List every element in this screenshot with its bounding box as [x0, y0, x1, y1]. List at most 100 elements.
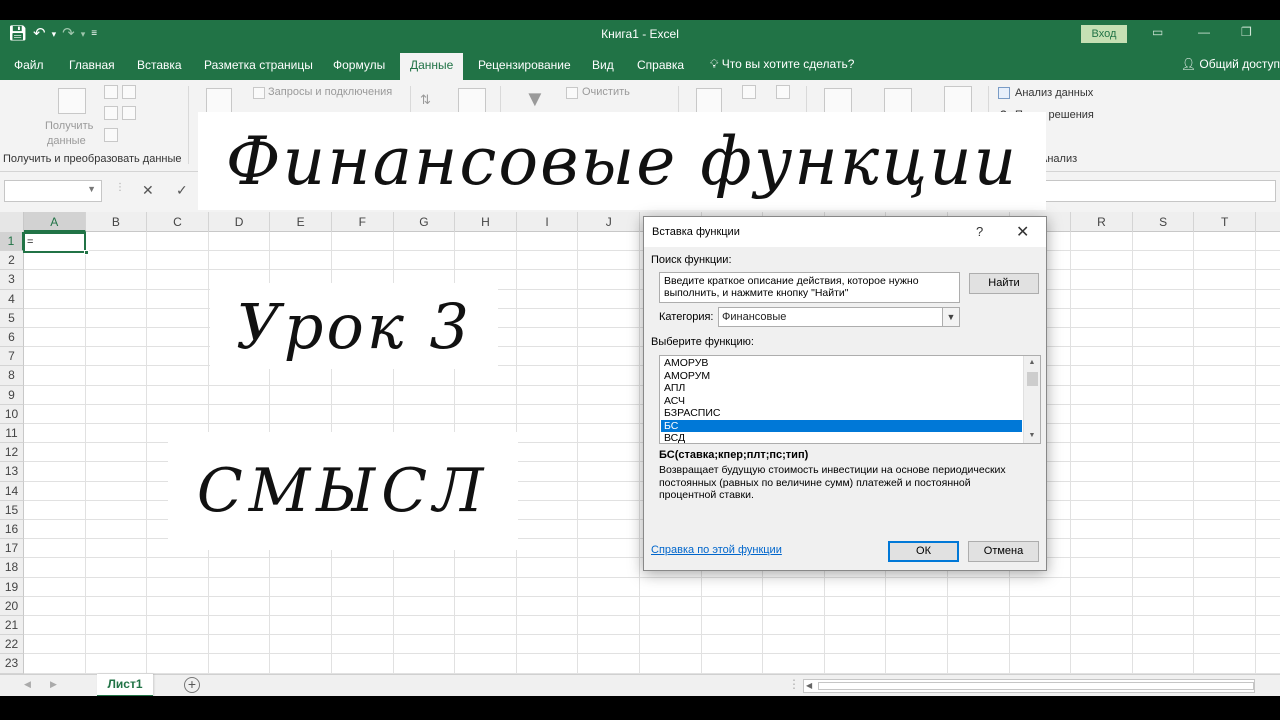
- ribbon-display-icon[interactable]: ▭: [1152, 25, 1163, 39]
- scroll-thumb[interactable]: [1027, 372, 1038, 386]
- consolidate-icon[interactable]: [776, 85, 790, 99]
- tab-insert[interactable]: Вставка: [137, 58, 182, 72]
- chevron-down-icon[interactable]: ▼: [942, 308, 959, 326]
- help-icon[interactable]: ?: [976, 224, 983, 239]
- cancel-icon[interactable]: ✕: [142, 182, 154, 199]
- list-item[interactable]: БЗРАСПИС: [661, 407, 1022, 420]
- add-sheet-icon[interactable]: +: [184, 677, 200, 693]
- tell-me-box[interactable]: 💡︎ Что вы хотите сделать?: [710, 57, 854, 72]
- column-header-b[interactable]: B: [86, 212, 148, 232]
- list-item[interactable]: АСЧ: [661, 395, 1022, 408]
- row-header-11[interactable]: 11: [0, 424, 24, 444]
- column-header-a[interactable]: A: [24, 212, 86, 232]
- row-header-15[interactable]: 15: [0, 500, 24, 520]
- text-to-columns-icon[interactable]: [696, 88, 722, 114]
- chevron-down-icon[interactable]: ▼: [87, 184, 96, 194]
- flash-fill-icon[interactable]: [742, 85, 756, 99]
- prev-sheet-icon[interactable]: ◀: [24, 679, 31, 690]
- row-header-21[interactable]: 21: [0, 616, 24, 636]
- column-header-h[interactable]: H: [455, 212, 517, 232]
- row-header-16[interactable]: 16: [0, 520, 24, 540]
- restore-icon[interactable]: ❐: [1241, 25, 1252, 39]
- list-item[interactable]: АМОРУМ: [661, 370, 1022, 383]
- next-sheet-icon[interactable]: ▶: [50, 679, 57, 690]
- row-header-12[interactable]: 12: [0, 443, 24, 463]
- column-header-i[interactable]: I: [517, 212, 579, 232]
- ok-button[interactable]: ОК: [888, 541, 959, 562]
- column-header-g[interactable]: G: [394, 212, 456, 232]
- filter-icon[interactable]: ▼: [524, 86, 546, 112]
- queries-connections-label[interactable]: Запросы и подключения: [268, 86, 392, 98]
- row-header-20[interactable]: 20: [0, 596, 24, 616]
- tab-page-layout[interactable]: Разметка страницы: [204, 58, 313, 72]
- list-scrollbar[interactable]: ▲ ▼: [1023, 356, 1040, 443]
- tab-data[interactable]: Данные: [400, 53, 464, 80]
- from-text-icon[interactable]: [104, 85, 118, 99]
- help-link[interactable]: Справка по этой функции: [651, 544, 782, 556]
- from-web-icon[interactable]: [122, 85, 136, 99]
- row-header-9[interactable]: 9: [0, 385, 24, 405]
- what-if-icon[interactable]: [824, 88, 852, 114]
- name-box[interactable]: ▼: [4, 180, 102, 202]
- existing-connections-icon[interactable]: [104, 128, 118, 142]
- category-select[interactable]: Финансовые ▼: [718, 307, 960, 327]
- tab-help[interactable]: Справка: [637, 58, 684, 72]
- refresh-all-icon[interactable]: [206, 88, 232, 114]
- clear-label[interactable]: Очистить: [582, 86, 630, 98]
- outline-icon[interactable]: [944, 86, 972, 114]
- row-header-19[interactable]: 19: [0, 577, 24, 597]
- scroll-down-icon[interactable]: ▼: [1024, 429, 1040, 443]
- close-icon[interactable]: ✕: [1016, 222, 1029, 242]
- row-header-8[interactable]: 8: [0, 366, 24, 386]
- row-header-5[interactable]: 5: [0, 308, 24, 328]
- data-analysis-label[interactable]: Анализ данных: [1015, 87, 1093, 99]
- select-all-corner[interactable]: [0, 212, 24, 232]
- row-header-22[interactable]: 22: [0, 635, 24, 655]
- horizontal-scroll-thumb[interactable]: [818, 682, 1254, 690]
- list-item[interactable]: АПЛ: [661, 382, 1022, 395]
- column-header-f[interactable]: F: [332, 212, 394, 232]
- row-header-2[interactable]: 2: [0, 251, 24, 271]
- fill-handle[interactable]: [84, 250, 89, 255]
- list-item-selected[interactable]: БС: [661, 419, 1022, 432]
- recent-sources-icon[interactable]: [122, 106, 136, 120]
- row-header-7[interactable]: 7: [0, 347, 24, 367]
- column-header-j[interactable]: J: [578, 212, 640, 232]
- tab-formulas[interactable]: Формулы: [333, 58, 385, 72]
- column-header-s[interactable]: S: [1133, 212, 1195, 232]
- scroll-up-icon[interactable]: ▲: [1024, 356, 1040, 370]
- row-header-18[interactable]: 18: [0, 558, 24, 578]
- row-header-23[interactable]: 23: [0, 654, 24, 674]
- column-header-r[interactable]: R: [1071, 212, 1133, 232]
- from-table-icon[interactable]: [104, 106, 118, 120]
- row-header-6[interactable]: 6: [0, 328, 24, 348]
- enter-icon[interactable]: ✓: [176, 182, 188, 199]
- function-list[interactable]: АМОРУВ АМОРУМ АПЛ АСЧ БЗРАСПИС БС ВСД ▲ …: [659, 355, 1041, 444]
- tab-review[interactable]: Рецензирование: [478, 58, 571, 72]
- row-header-10[interactable]: 10: [0, 404, 24, 424]
- list-item[interactable]: АМОРУВ: [661, 357, 1022, 370]
- sheet-tab[interactable]: Лист1: [97, 674, 153, 697]
- tab-file[interactable]: Файл: [14, 58, 44, 72]
- minimize-icon[interactable]: —: [1198, 25, 1210, 39]
- row-header-14[interactable]: 14: [0, 481, 24, 501]
- sort-icon[interactable]: [458, 88, 486, 114]
- active-cell-a1[interactable]: =: [23, 232, 86, 253]
- sort-az-icon[interactable]: ⇅: [420, 92, 431, 108]
- signin-button[interactable]: Вход: [1081, 25, 1127, 43]
- get-data-icon[interactable]: [58, 88, 86, 114]
- column-header-d[interactable]: D: [209, 212, 271, 232]
- row-header-3[interactable]: 3: [0, 270, 24, 290]
- share-button[interactable]: 👤︎ Общий доступ: [1181, 57, 1280, 71]
- find-button[interactable]: Найти: [969, 273, 1039, 294]
- horizontal-scrollbar[interactable]: ◀: [803, 679, 1255, 693]
- row-header-17[interactable]: 17: [0, 539, 24, 559]
- row-header-1[interactable]: 1: [0, 232, 24, 252]
- cancel-button[interactable]: Отмена: [968, 541, 1039, 562]
- list-item[interactable]: ВСД: [661, 432, 1022, 443]
- scroll-left-icon[interactable]: ◀: [806, 680, 812, 692]
- row-header-4[interactable]: 4: [0, 289, 24, 309]
- forecast-sheet-icon[interactable]: [884, 88, 912, 114]
- column-header-e[interactable]: E: [270, 212, 332, 232]
- function-search-input[interactable]: Введите краткое описание действия, котор…: [659, 272, 960, 303]
